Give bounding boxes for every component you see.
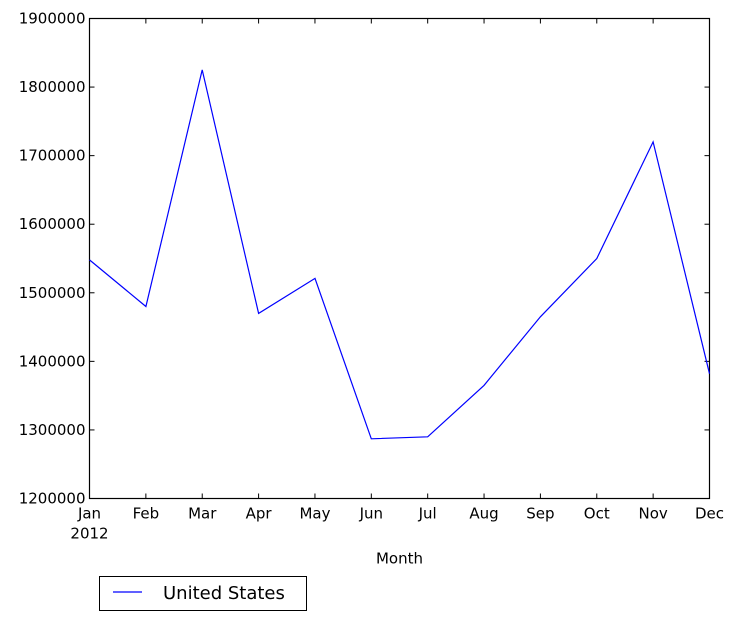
plot-area: 1200000 1300000 1400000 1500000 1600000 17000…: [19, 10, 724, 523]
y-axis-ticks: 1200000 1300000 1400000 1500000 1600000 17000…: [19, 10, 710, 508]
x-axis-ticks: Jan Feb Mar Apr May Jun Jul Aug Sep Oct Nov Dec: [77, 18, 724, 523]
series-lines: [89, 69, 711, 440]
y-tick-label: 1600000: [19, 215, 86, 233]
x-tick-label: Jun: [359, 505, 383, 523]
legend-label-united-states: United States: [163, 583, 285, 604]
x-tick-label: Feb: [133, 505, 160, 523]
line-chart: 1200000 1300000 1400000 1500000 1600000 17000…: [19, 10, 724, 611]
y-tick-label: 1500000: [19, 284, 86, 302]
y-tick-label: 1400000: [19, 352, 86, 370]
x-tick-label: Mar: [188, 505, 217, 523]
y-tick-label: 1200000: [19, 490, 86, 508]
legend: United States: [99, 576, 307, 611]
x-tick-label: Aug: [469, 505, 498, 523]
x-tick-label: Sep: [526, 505, 554, 523]
x-tick-label: Oct: [584, 505, 610, 523]
y-tick-label: 1800000: [19, 78, 86, 96]
x-axis-title: Month: [376, 550, 423, 568]
x-tick-label: Nov: [638, 505, 667, 523]
y-tick-label: 1900000: [19, 10, 86, 28]
y-tick-label: 1700000: [19, 147, 86, 165]
x-tick-label: Dec: [695, 505, 724, 523]
x-axis-year-label: 2012: [70, 525, 108, 543]
x-tick-label: May: [299, 505, 330, 523]
x-tick-label: Jul: [418, 505, 437, 523]
x-tick-label: Jan: [77, 505, 101, 523]
y-tick-label: 1300000: [19, 421, 86, 439]
series-line-united-states: [89, 69, 711, 440]
axes-frame: [88, 17, 711, 500]
x-tick-label: Apr: [246, 505, 273, 523]
